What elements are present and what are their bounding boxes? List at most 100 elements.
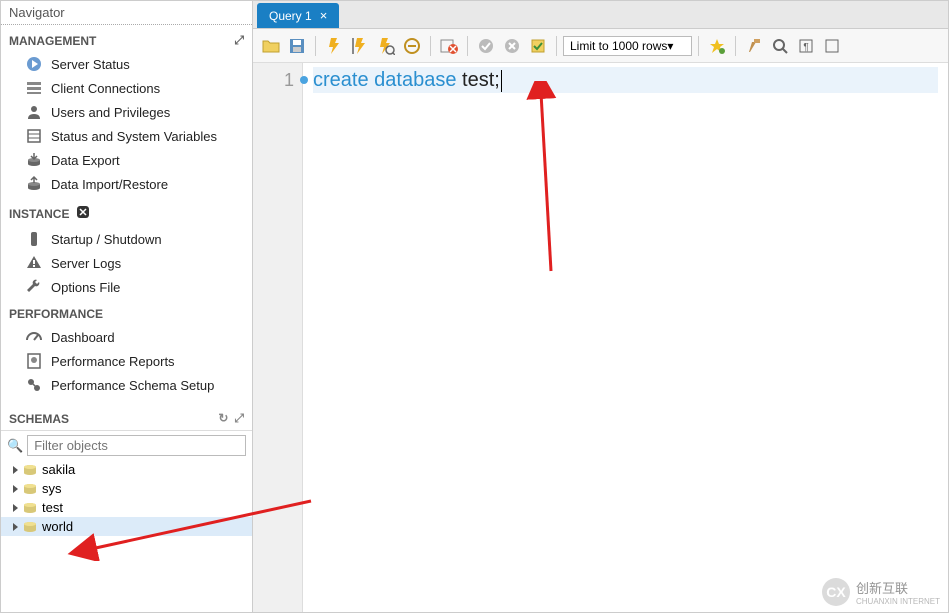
expand-tri-icon[interactable] xyxy=(13,485,18,493)
find-button[interactable] xyxy=(768,34,792,58)
wrap-button[interactable] xyxy=(820,34,844,58)
limit-rows-select[interactable]: Limit to 1000 rows ▾ xyxy=(563,36,692,56)
database-icon xyxy=(22,483,38,495)
expand-icon[interactable]: ⤢ xyxy=(234,411,244,426)
toggle-autocommit-button[interactable] xyxy=(437,34,461,58)
sql-keyword: create xyxy=(313,69,369,91)
database-icon xyxy=(22,464,38,476)
open-file-button[interactable] xyxy=(259,34,283,58)
expand-icon[interactable]: ⤢ xyxy=(234,33,244,48)
commit-button[interactable] xyxy=(474,34,498,58)
watermark: CX 创新互联 CHUANXIN INTERNET xyxy=(822,578,940,606)
schema-item-world[interactable]: world xyxy=(1,517,252,536)
schema-name: sakila xyxy=(42,462,75,477)
navigator-title: Navigator xyxy=(9,5,65,20)
search-icon: 🔍 xyxy=(7,438,23,454)
expand-tri-icon[interactable] xyxy=(13,504,18,512)
line-number: 1 xyxy=(253,67,302,93)
nav-label: Options File xyxy=(51,280,120,295)
variables-icon xyxy=(25,127,43,145)
schema-name: world xyxy=(42,519,73,534)
dashboard-icon xyxy=(25,328,43,346)
export-icon xyxy=(25,151,43,169)
nav-server-status[interactable]: Server Status xyxy=(1,52,252,76)
nav-label: Performance Schema Setup xyxy=(51,378,214,393)
execute-button[interactable] xyxy=(322,34,346,58)
schema-item-sakila[interactable]: sakila xyxy=(1,460,252,479)
stop-button[interactable] xyxy=(400,34,424,58)
code-content[interactable]: create database test; xyxy=(303,63,948,612)
query-tab[interactable]: Query 1 × xyxy=(257,3,339,28)
nav-label: Performance Reports xyxy=(51,354,175,369)
instance-label: INSTANCE xyxy=(9,207,69,221)
sql-keyword: database xyxy=(374,69,456,91)
editor-toolbar: Limit to 1000 rows ▾ ¶ xyxy=(253,29,948,63)
nav-startup-shutdown[interactable]: Startup / Shutdown xyxy=(1,227,252,251)
schema-item-test[interactable]: test xyxy=(1,498,252,517)
nav-data-export[interactable]: Data Export xyxy=(1,148,252,172)
execute-current-button[interactable] xyxy=(348,34,372,58)
schema-item-sys[interactable]: sys xyxy=(1,479,252,498)
startup-icon xyxy=(25,230,43,248)
nav-label: Server Status xyxy=(51,57,130,72)
main-area: Query 1 × Limit to 1000 rows ▾ xyxy=(253,1,948,612)
filter-objects-input[interactable] xyxy=(27,435,246,456)
nav-label: Users and Privileges xyxy=(51,105,170,120)
schemas-label: SCHEMAS xyxy=(9,412,69,426)
nav-label: Startup / Shutdown xyxy=(51,232,162,247)
logs-icon xyxy=(25,254,43,272)
navigator-title-bar: Navigator xyxy=(1,1,252,25)
tab-bar: Query 1 × xyxy=(253,1,948,29)
instance-icon xyxy=(75,204,91,223)
nav-performance-schema-setup[interactable]: Performance Schema Setup xyxy=(1,373,252,397)
refresh-icon[interactable]: ↻ xyxy=(218,411,228,426)
server-status-icon xyxy=(25,55,43,73)
tab-close-icon[interactable]: × xyxy=(320,8,328,23)
nav-label: Status and System Variables xyxy=(51,129,217,144)
nav-label: Client Connections xyxy=(51,81,160,96)
instance-section-header: INSTANCE xyxy=(1,196,252,227)
favorite-button[interactable] xyxy=(705,34,729,58)
performance-label: PERFORMANCE xyxy=(9,307,103,321)
schema-setup-icon xyxy=(25,376,43,394)
explain-button[interactable] xyxy=(374,34,398,58)
statement-marker-icon xyxy=(300,76,308,84)
nav-dashboard[interactable]: Dashboard xyxy=(1,325,252,349)
nav-label: Data Import/Restore xyxy=(51,177,168,192)
beautify-button[interactable] xyxy=(742,34,766,58)
connections-icon xyxy=(25,79,43,97)
nav-data-import[interactable]: Data Import/Restore xyxy=(1,172,252,196)
nav-status-variables[interactable]: Status and System Variables xyxy=(1,124,252,148)
nav-label: Dashboard xyxy=(51,330,115,345)
sql-editor[interactable]: 1 create database test; xyxy=(253,63,948,612)
import-icon xyxy=(25,175,43,193)
watermark-badge: CX xyxy=(822,578,850,606)
sql-identifier: test; xyxy=(462,69,500,91)
svg-text:¶: ¶ xyxy=(804,42,809,53)
nav-server-logs[interactable]: Server Logs xyxy=(1,251,252,275)
nav-performance-reports[interactable]: Performance Reports xyxy=(1,349,252,373)
management-label: MANAGEMENT xyxy=(9,34,96,48)
nav-options-file[interactable]: Options File xyxy=(1,275,252,299)
save-button[interactable] xyxy=(285,34,309,58)
database-icon xyxy=(22,521,38,533)
watermark-text: 创新互联 xyxy=(856,578,940,597)
text-cursor xyxy=(501,70,502,92)
expand-tri-icon[interactable] xyxy=(13,466,18,474)
tab-label: Query 1 xyxy=(269,9,312,23)
wrench-icon xyxy=(25,278,43,296)
watermark-subtext: CHUANXIN INTERNET xyxy=(856,597,940,606)
toggle-limit-button[interactable] xyxy=(526,34,550,58)
rollback-button[interactable] xyxy=(500,34,524,58)
navigator-panel: Navigator MANAGEMENT ⤢ Server Status Cli… xyxy=(1,1,253,612)
nav-users-privileges[interactable]: Users and Privileges xyxy=(1,100,252,124)
nav-client-connections[interactable]: Client Connections xyxy=(1,76,252,100)
database-icon xyxy=(22,502,38,514)
schemas-header: SCHEMAS ↻ ⤢ xyxy=(1,407,252,431)
expand-tri-icon[interactable] xyxy=(13,523,18,531)
performance-section-header: PERFORMANCE xyxy=(1,299,252,325)
toggle-invisible-button[interactable]: ¶ xyxy=(794,34,818,58)
management-section-header: MANAGEMENT ⤢ xyxy=(1,25,252,52)
reports-icon xyxy=(25,352,43,370)
nav-label: Data Export xyxy=(51,153,120,168)
